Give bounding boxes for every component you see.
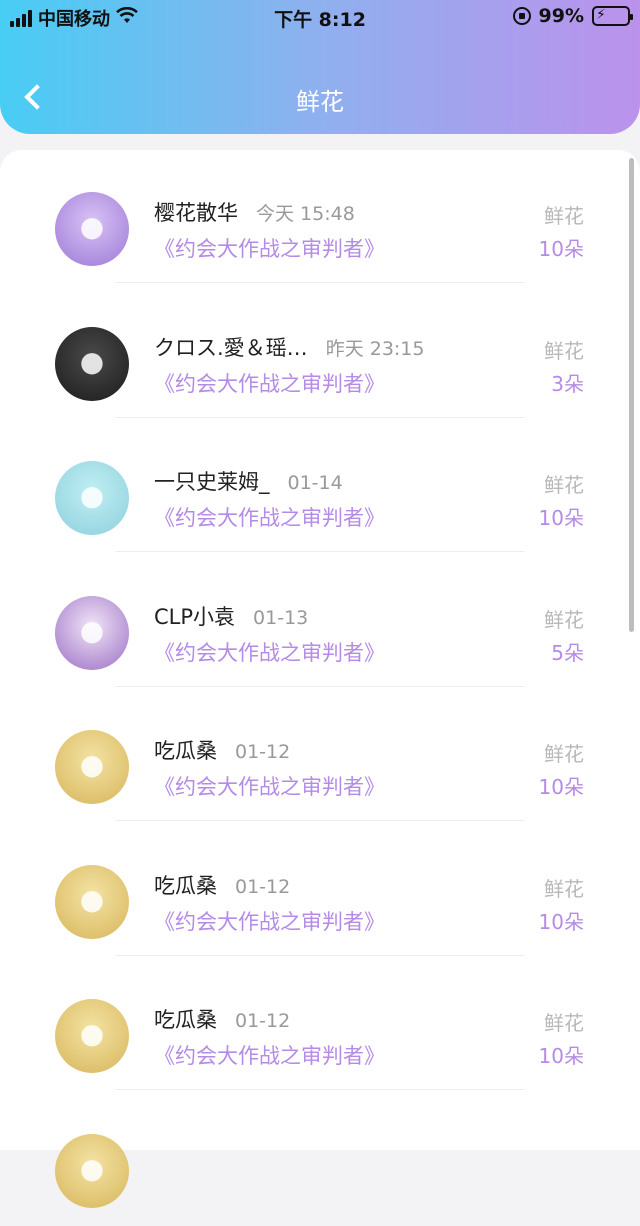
list-item[interactable]: ● クロス.愛＆瑶… 昨天 23:15 《约会大作战之审判者》 鲜花 3朵 (0, 285, 640, 419)
page-title: 鲜花 (296, 88, 344, 116)
divider (115, 416, 525, 418)
divider (115, 685, 525, 687)
user-name: 吃瓜桑 (154, 739, 217, 763)
send-time: 昨天 23:15 (325, 337, 425, 360)
avatar[interactable]: ● (55, 864, 129, 939)
battery-icon: ⚡ (592, 6, 633, 26)
avatar[interactable]: ● (55, 999, 129, 1073)
avatar[interactable]: ● (55, 730, 129, 804)
gift-count: 10朵 (538, 775, 584, 799)
divider (115, 551, 525, 552)
send-time: 01-14 (287, 472, 343, 494)
avatar[interactable]: ● (55, 461, 129, 535)
gift-target: 《约会大作战之审判者》 (154, 909, 385, 934)
gift-count: 5朵 (551, 640, 584, 665)
divider (115, 820, 525, 821)
gift-type-label: 鲜花 (544, 742, 584, 766)
avatar[interactable]: ● (55, 1133, 129, 1208)
avatar-figure-icon: ● (79, 1017, 105, 1050)
gift-target: 《约会大作战之审判者》 (154, 371, 385, 396)
gift-count: 10朵 (538, 909, 584, 934)
user-name: 吃瓜桑 (154, 873, 217, 898)
send-time: 01-12 (235, 875, 291, 898)
avatar[interactable]: ● (55, 595, 129, 670)
avatar-figure-icon: ● (79, 882, 105, 916)
status-bar: 中国移动 下午 8:12 99% ⚡ (0, 0, 640, 34)
send-time: 01-12 (235, 1010, 291, 1032)
flower-list[interactable]: ● 樱花散华 今天 15:48 《约会大作战之审判者》 鲜花 10朵 ● クロス.… (0, 150, 640, 1208)
user-name: クロス.愛＆瑶… (154, 335, 308, 360)
list-item[interactable]: ● 一只史莱姆_ 01-14 《约会大作战之审判者》 鲜花 10朵 (0, 419, 640, 553)
send-time: 今天 15:48 (256, 203, 355, 225)
divider (115, 282, 525, 283)
gift-type-label: 鲜花 (544, 473, 584, 497)
list-item[interactable]: ● 吃瓜桑 01-12 《约会大作战之审判者》 鲜花 10朵 (0, 823, 640, 957)
orientation-lock-icon (512, 7, 531, 25)
gift-target: 《约会大作战之审判者》 (154, 1044, 385, 1068)
scrollbar[interactable] (629, 158, 634, 632)
send-time: 01-13 (253, 606, 309, 629)
battery-percent: 99% (538, 5, 584, 27)
gift-count: 10朵 (538, 1044, 584, 1068)
user-name: 吃瓜桑 (154, 1008, 217, 1032)
gift-target: 《约会大作战之审判者》 (154, 506, 385, 530)
user-name: 一只史莱姆_ (154, 470, 270, 494)
avatar-figure-icon: ● (79, 1151, 105, 1185)
user-name: 樱花散华 (154, 201, 238, 225)
gift-count: 10朵 (538, 237, 584, 261)
gift-type-label: 鲜花 (544, 1011, 584, 1035)
divider (115, 1089, 525, 1090)
gift-type-label: 鲜花 (544, 204, 584, 228)
header: 中国移动 下午 8:12 99% ⚡ 鲜花 (0, 0, 640, 134)
gift-type-label: 鲜花 (544, 876, 584, 901)
avatar-figure-icon: ● (79, 613, 105, 647)
list-item[interactable]: ● CLP小袁 01-13 《约会大作战之审判者》 鲜花 5朵 (0, 554, 640, 688)
list-item[interactable]: ● (0, 1092, 640, 1226)
send-time: 01-12 (235, 741, 291, 763)
gift-target: 《约会大作战之审判者》 (154, 237, 385, 261)
avatar-figure-icon: ● (79, 210, 105, 243)
gift-type-label: 鲜花 (544, 338, 584, 363)
avatar[interactable]: ● (55, 326, 129, 401)
list-item[interactable]: ● 吃瓜桑 01-12 《约会大作战之审判者》 鲜花 10朵 (0, 957, 640, 1091)
avatar-figure-icon: ● (79, 479, 105, 512)
list-item[interactable]: ● 吃瓜桑 01-12 《约会大作战之审判者》 鲜花 10朵 (0, 688, 640, 822)
list-item[interactable]: ● 樱花散华 今天 15:48 《约会大作战之审判者》 鲜花 10朵 (0, 150, 640, 284)
avatar-figure-icon: ● (79, 748, 105, 781)
avatar-figure-icon: ● (79, 344, 105, 378)
gift-count: 3朵 (551, 371, 584, 396)
gift-target: 《约会大作战之审判者》 (154, 775, 385, 799)
gift-type-label: 鲜花 (544, 607, 584, 632)
status-right: 99% ⚡ (512, 5, 633, 27)
divider (115, 954, 525, 956)
user-name: CLP小袁 (154, 604, 236, 629)
gift-target: 《约会大作战之审判者》 (154, 640, 385, 665)
avatar[interactable]: ● (55, 192, 129, 266)
gift-count: 10朵 (538, 506, 584, 530)
